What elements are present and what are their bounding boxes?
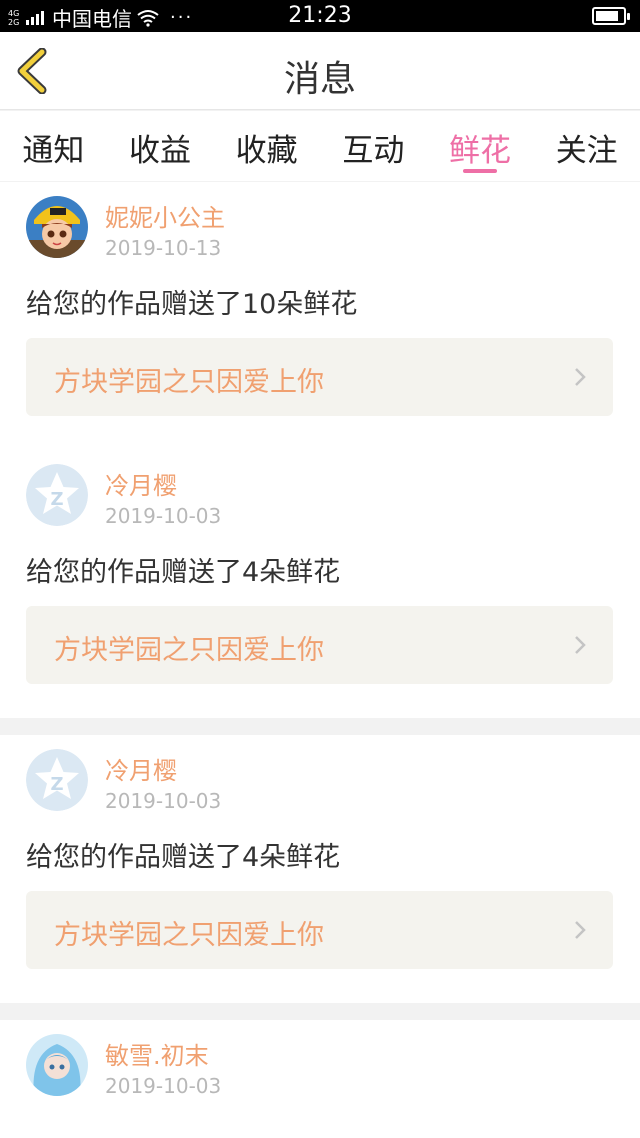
- message-text: 给您的作品赠送了10朵鲜花: [26, 289, 358, 320]
- tab-notice[interactable]: 通知: [0, 111, 107, 181]
- message-card: 敏雪.初末 2019-10-03: [0, 1020, 640, 1138]
- username[interactable]: 冷月樱: [105, 466, 177, 501]
- work-link[interactable]: 方块学园之只因爱上你: [26, 606, 613, 684]
- tab-follow[interactable]: 关注: [533, 111, 640, 181]
- chevron-right-icon: [575, 636, 586, 654]
- tab-favorites[interactable]: 收藏: [213, 111, 320, 181]
- work-title: 方块学园之只因爱上你: [54, 920, 324, 951]
- message-text: 给您的作品赠送了4朵鲜花: [26, 842, 341, 873]
- user-avatar[interactable]: [26, 196, 88, 258]
- message-date: 2019-10-03: [105, 504, 222, 528]
- default-avatar-icon[interactable]: Z: [26, 749, 88, 811]
- username[interactable]: 冷月樱: [105, 751, 177, 786]
- svg-text:Z: Z: [50, 489, 63, 510]
- work-link[interactable]: 方块学园之只因爱上你: [26, 891, 613, 969]
- tab-earnings[interactable]: 收益: [107, 111, 214, 181]
- username[interactable]: 妮妮小公主: [105, 198, 225, 233]
- status-bar: 4G 2G 中国电信 ··· 21:23: [0, 0, 640, 32]
- clock: 21:23: [288, 3, 352, 28]
- message-date: 2019-10-03: [105, 789, 222, 813]
- chevron-right-icon: [575, 368, 586, 386]
- message-date: 2019-10-03: [105, 1074, 222, 1098]
- message-card: Z 冷月樱 2019-10-03 给您的作品赠送了4朵鲜花 方块学园之只因爱上你: [0, 450, 640, 718]
- message-card: Z 冷月樱 2019-10-03 给您的作品赠送了4朵鲜花 方块学园之只因爱上你: [0, 735, 640, 1003]
- page-title: 消息: [283, 59, 356, 100]
- default-avatar-icon[interactable]: Z: [26, 464, 88, 526]
- tab-flowers[interactable]: 鲜花: [427, 111, 534, 181]
- message-text: 给您的作品赠送了4朵鲜花: [26, 557, 341, 588]
- work-link[interactable]: 方块学园之只因爱上你: [26, 338, 613, 416]
- username[interactable]: 敏雪.初末: [105, 1036, 209, 1071]
- svg-text:Z: Z: [50, 774, 63, 795]
- chevron-right-icon: [575, 921, 586, 939]
- battery-level: [596, 11, 619, 21]
- tab-bar: 通知 收益 收藏 互动 鲜花 关注: [0, 111, 640, 181]
- tab-interaction[interactable]: 互动: [320, 111, 427, 181]
- work-title: 方块学园之只因爱上你: [54, 635, 324, 666]
- message-card: 妮妮小公主 2019-10-13 给您的作品赠送了10朵鲜花 方块学园之只因爱上…: [0, 182, 640, 450]
- battery-icon: [592, 7, 630, 25]
- work-title: 方块学园之只因爱上你: [54, 367, 324, 398]
- message-date: 2019-10-13: [105, 236, 222, 260]
- nav-bar: 消息: [0, 32, 640, 110]
- user-avatar[interactable]: [26, 1034, 88, 1096]
